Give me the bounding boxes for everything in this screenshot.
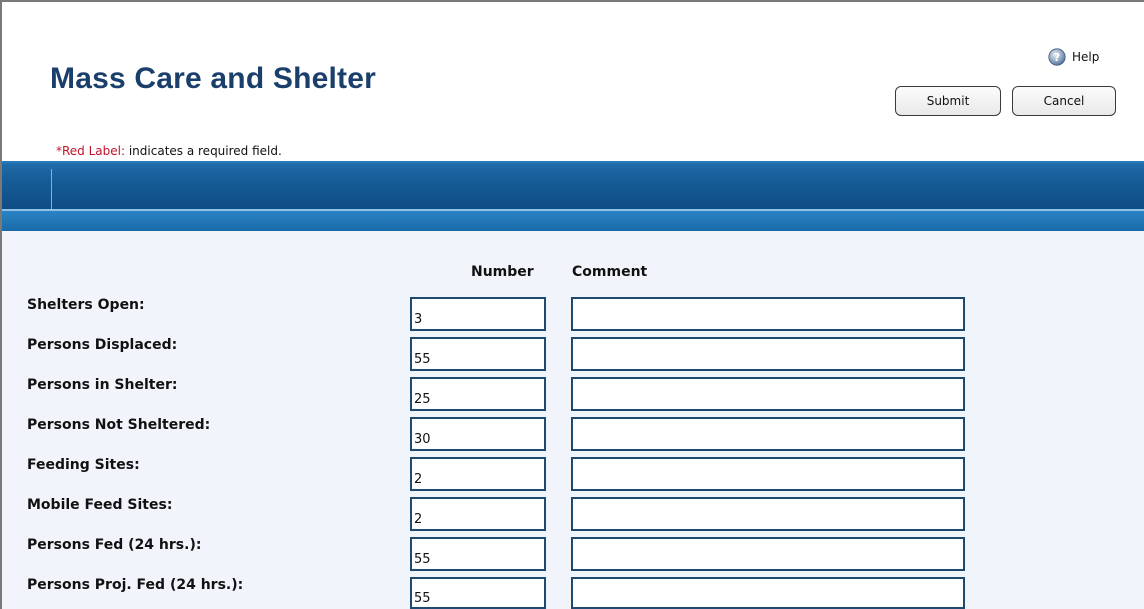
label-persons-displaced: Persons Displaced:: [27, 337, 178, 353]
persons-proj-fed-comment-field[interactable]: [571, 577, 965, 609]
column-header-comment: Comment: [572, 264, 648, 280]
label-persons-fed: Persons Fed (24 hrs.):: [27, 537, 202, 553]
label-feeding-sites: Feeding Sites:: [27, 457, 140, 473]
persons-fed-comment-field[interactable]: [571, 537, 965, 571]
column-header-number: Number: [471, 264, 534, 280]
svg-text:?: ?: [1054, 51, 1060, 64]
label-persons-proj-fed: Persons Proj. Fed (24 hrs.):: [27, 577, 244, 593]
header-bar-divider: [51, 169, 52, 209]
mobile-feed-sites-comment-field[interactable]: [571, 497, 965, 531]
persons-displaced-comment-field[interactable]: [571, 337, 965, 371]
label-persons-in-shelter: Persons in Shelter:: [27, 377, 178, 393]
persons-in-shelter-number-field[interactable]: [410, 377, 546, 411]
persons-in-shelter-comment-field[interactable]: [571, 377, 965, 411]
submit-button[interactable]: Submit: [895, 86, 1001, 116]
mobile-feed-sites-number-field[interactable]: [410, 497, 546, 531]
label-persons-not-sheltered: Persons Not Sheltered:: [27, 417, 211, 433]
required-label-marker: *Red Label:: [56, 144, 126, 158]
feeding-sites-comment-field[interactable]: [571, 457, 965, 491]
shelters-open-comment-field[interactable]: [571, 297, 965, 331]
label-shelters-open: Shelters Open:: [27, 297, 145, 313]
shelters-open-number-field[interactable]: [410, 297, 546, 331]
label-mobile-feed-sites: Mobile Feed Sites:: [27, 497, 173, 513]
help-icon: ?: [1048, 48, 1066, 66]
required-note-text: indicates a required field.: [125, 144, 282, 158]
persons-not-sheltered-comment-field[interactable]: [571, 417, 965, 451]
section-subheader-bar: [2, 211, 1144, 231]
cancel-button[interactable]: Cancel: [1012, 86, 1116, 116]
persons-proj-fed-number-field[interactable]: [410, 577, 546, 609]
persons-fed-number-field[interactable]: [410, 537, 546, 571]
persons-not-sheltered-number-field[interactable]: [410, 417, 546, 451]
persons-displaced-number-field[interactable]: [410, 337, 546, 371]
help-label: Help: [1072, 50, 1100, 64]
required-field-note: *Red Label: indicates a required field.: [56, 144, 282, 158]
feeding-sites-number-field[interactable]: [410, 457, 546, 491]
page-title: Mass Care and Shelter: [50, 62, 376, 95]
section-header-bar: [2, 161, 1144, 209]
help-link[interactable]: ? Help: [1048, 48, 1099, 66]
